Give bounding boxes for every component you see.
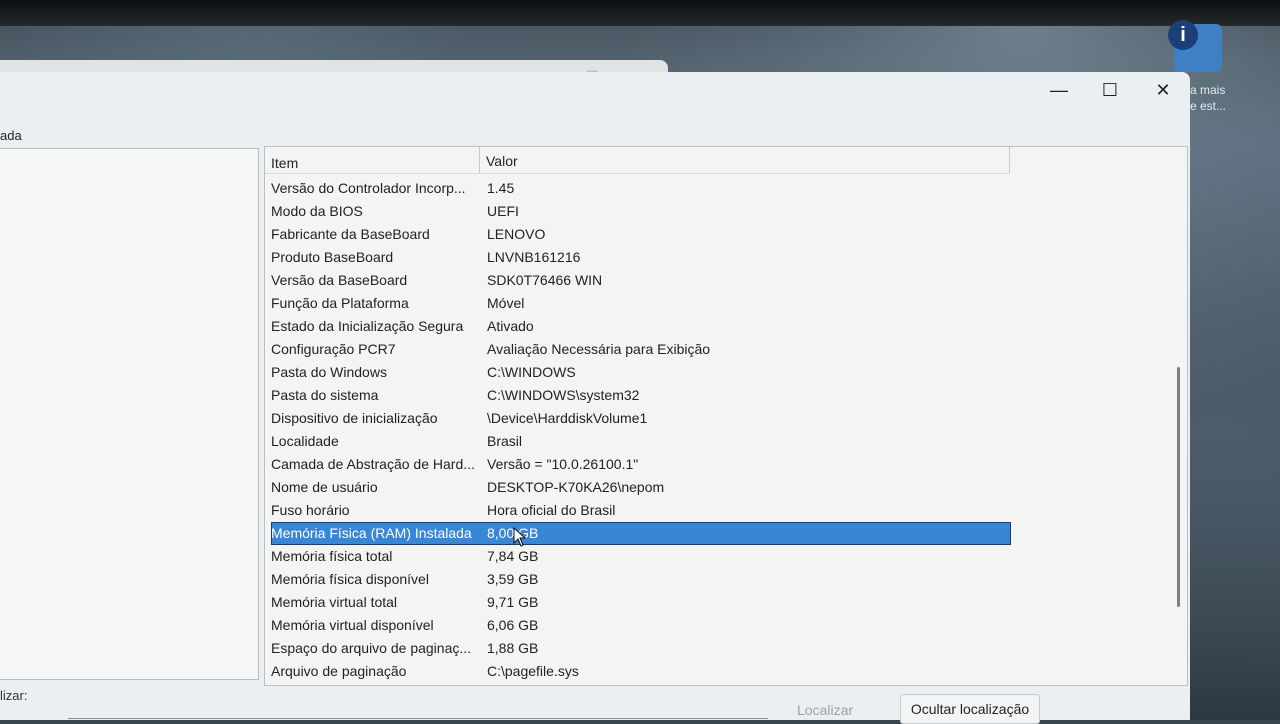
table-row[interactable]: Camada de Abstração de Hard... Versão = "… (265, 453, 1165, 476)
details-list[interactable]: Item Valor Versão do Controlador Incorp.… (264, 146, 1188, 686)
row-item: Fabricante da BaseBoard (271, 226, 430, 242)
table-row[interactable]: Memória física disponível 3,59 GB (265, 568, 1165, 591)
row-value: 1,88 GB (487, 640, 539, 656)
row-item: Produto BaseBoard (271, 249, 394, 265)
table-row[interactable]: Estado da Inicialização Segura Ativado (265, 315, 1165, 338)
desktop-shortcut-caption: a mais e est... (1190, 82, 1226, 114)
table-row[interactable]: Fuso horário Hora oficial do Brasil (265, 499, 1165, 522)
table-row[interactable]: Localidade Brasil (265, 430, 1165, 453)
row-value: C:\WINDOWS (487, 364, 576, 380)
caption-line-2: e est... (1190, 99, 1227, 113)
row-value: Avaliação Necessária para Exibição (487, 341, 711, 357)
row-item: Localidade (271, 433, 339, 449)
row-value: LENOVO (487, 226, 546, 242)
column-divider[interactable] (479, 147, 480, 173)
table-row[interactable]: Memória física total 7,84 GB (265, 545, 1165, 568)
row-value: 9,71 GB (487, 594, 539, 610)
list-rows: Versão do Controlador Incorp... 1.45 Modo… (265, 177, 1165, 683)
menu-item-fragment[interactable]: ada (0, 128, 22, 143)
vertical-scrollbar[interactable] (1173, 153, 1183, 681)
row-value: 1.45 (487, 180, 515, 196)
row-value: C:\pagefile.sys (487, 663, 579, 679)
minimize-icon[interactable]: — (1036, 76, 1082, 104)
column-header-value[interactable]: Valor (486, 153, 518, 169)
table-row-selected[interactable]: Memória Física (RAM) Instalada 8,00 GB (265, 522, 1165, 545)
row-item: Memória física disponível (271, 571, 429, 587)
row-item: Espaço do arquivo de paginaç... (271, 640, 472, 656)
row-value: Versão = "10.0.26100.1" (487, 456, 639, 472)
row-value: Hora oficial do Brasil (487, 502, 616, 518)
table-row[interactable]: Configuração PCR7 Avaliação Necessária pa… (265, 338, 1165, 361)
table-row[interactable]: Modo da BIOS UEFI (265, 200, 1165, 223)
column-divider-end[interactable] (1009, 147, 1010, 173)
screen-bezel (0, 0, 1280, 26)
maximize-icon[interactable]: ☐ (1087, 76, 1133, 104)
table-row[interactable]: Nome de usuário DESKTOP-K70KA26\nepom (265, 476, 1165, 499)
row-item: Memória física total (271, 548, 393, 564)
row-item: Função da Plataforma (271, 295, 409, 311)
row-value: C:\WINDOWS\system32 (487, 387, 640, 403)
desktop-shortcut[interactable]: i (1168, 20, 1228, 80)
row-value: Ativado (487, 318, 534, 334)
table-row[interactable]: Memória virtual disponível 6,06 GB (265, 614, 1165, 637)
scroll-thumb[interactable] (1177, 367, 1180, 607)
row-value: Brasil (487, 433, 523, 449)
row-value: 7,84 GB (487, 548, 539, 564)
row-item: Arquivo de paginação (271, 663, 407, 679)
list-header: Item Valor (265, 147, 1010, 174)
row-value: \Device\HarddiskVolume1 (487, 410, 648, 426)
row-item: Memória virtual disponível (271, 617, 434, 633)
table-row[interactable]: Dispositivo de inicialização \Device\Hard… (265, 407, 1165, 430)
row-value: 3,59 GB (487, 571, 539, 587)
row-item: Versão da BaseBoard (271, 272, 408, 288)
row-item: Fuso horário (271, 502, 350, 518)
row-value: SDK0T76466 WIN (487, 272, 603, 288)
table-row[interactable]: Pasta do sistema C:\WINDOWS\system32 (265, 384, 1165, 407)
table-row[interactable]: Memória virtual total 9,71 GB (265, 591, 1165, 614)
mouse-cursor-icon (513, 527, 527, 547)
row-value: Móvel (487, 295, 525, 311)
row-item: Estado da Inicialização Segura (271, 318, 464, 334)
close-icon[interactable]: ✕ (1140, 76, 1186, 104)
row-value: 6,06 GB (487, 617, 539, 633)
row-item: Pasta do Windows (271, 364, 387, 380)
table-row[interactable]: Versão do Controlador Incorp... 1.45 (265, 177, 1165, 200)
find-label: lizar: (0, 688, 28, 703)
menu-bar: ada (0, 124, 1190, 146)
table-row[interactable]: Produto BaseBoard LNVNB161216 (265, 246, 1165, 269)
table-row[interactable]: Função da Plataforma Móvel (265, 292, 1165, 315)
row-item: Versão do Controlador Incorp... (271, 180, 466, 196)
system-information-window: — ☐ ✕ ada Item Valor Versão do Controlad… (0, 72, 1190, 724)
row-item: Modo da BIOS (271, 203, 363, 219)
title-bar: — ☐ ✕ (0, 72, 1190, 108)
find-bar: lizar: Localizar Ocultar localização (0, 678, 1190, 724)
row-value: DESKTOP-K70KA26\nepom (487, 479, 665, 495)
find-input[interactable] (68, 708, 768, 719)
column-header-item[interactable]: Item (271, 155, 298, 171)
row-item: Camada de Abstração de Hard... (271, 456, 475, 472)
table-row[interactable]: Fabricante da BaseBoard LENOVO (265, 223, 1165, 246)
row-item: Configuração PCR7 (271, 341, 396, 357)
table-row[interactable]: Versão da BaseBoard SDK0T76466 WIN (265, 269, 1165, 292)
category-tree[interactable] (0, 148, 259, 680)
row-item: Nome de usuário (271, 479, 378, 495)
row-item: Dispositivo de inicialização (271, 410, 438, 426)
info-icon: i (1168, 20, 1198, 50)
row-item: Memória Física (RAM) Instalada (271, 525, 472, 541)
caption-line-1: a mais (1190, 83, 1226, 97)
table-row[interactable]: Pasta do Windows C:\WINDOWS (265, 361, 1165, 384)
row-value: LNVNB161216 (487, 249, 581, 265)
row-value: UEFI (487, 203, 519, 219)
row-item: Pasta do sistema (271, 387, 379, 403)
row-item: Memória virtual total (271, 594, 398, 610)
table-row[interactable]: Espaço do arquivo de paginaç... 1,88 GB (265, 637, 1165, 660)
